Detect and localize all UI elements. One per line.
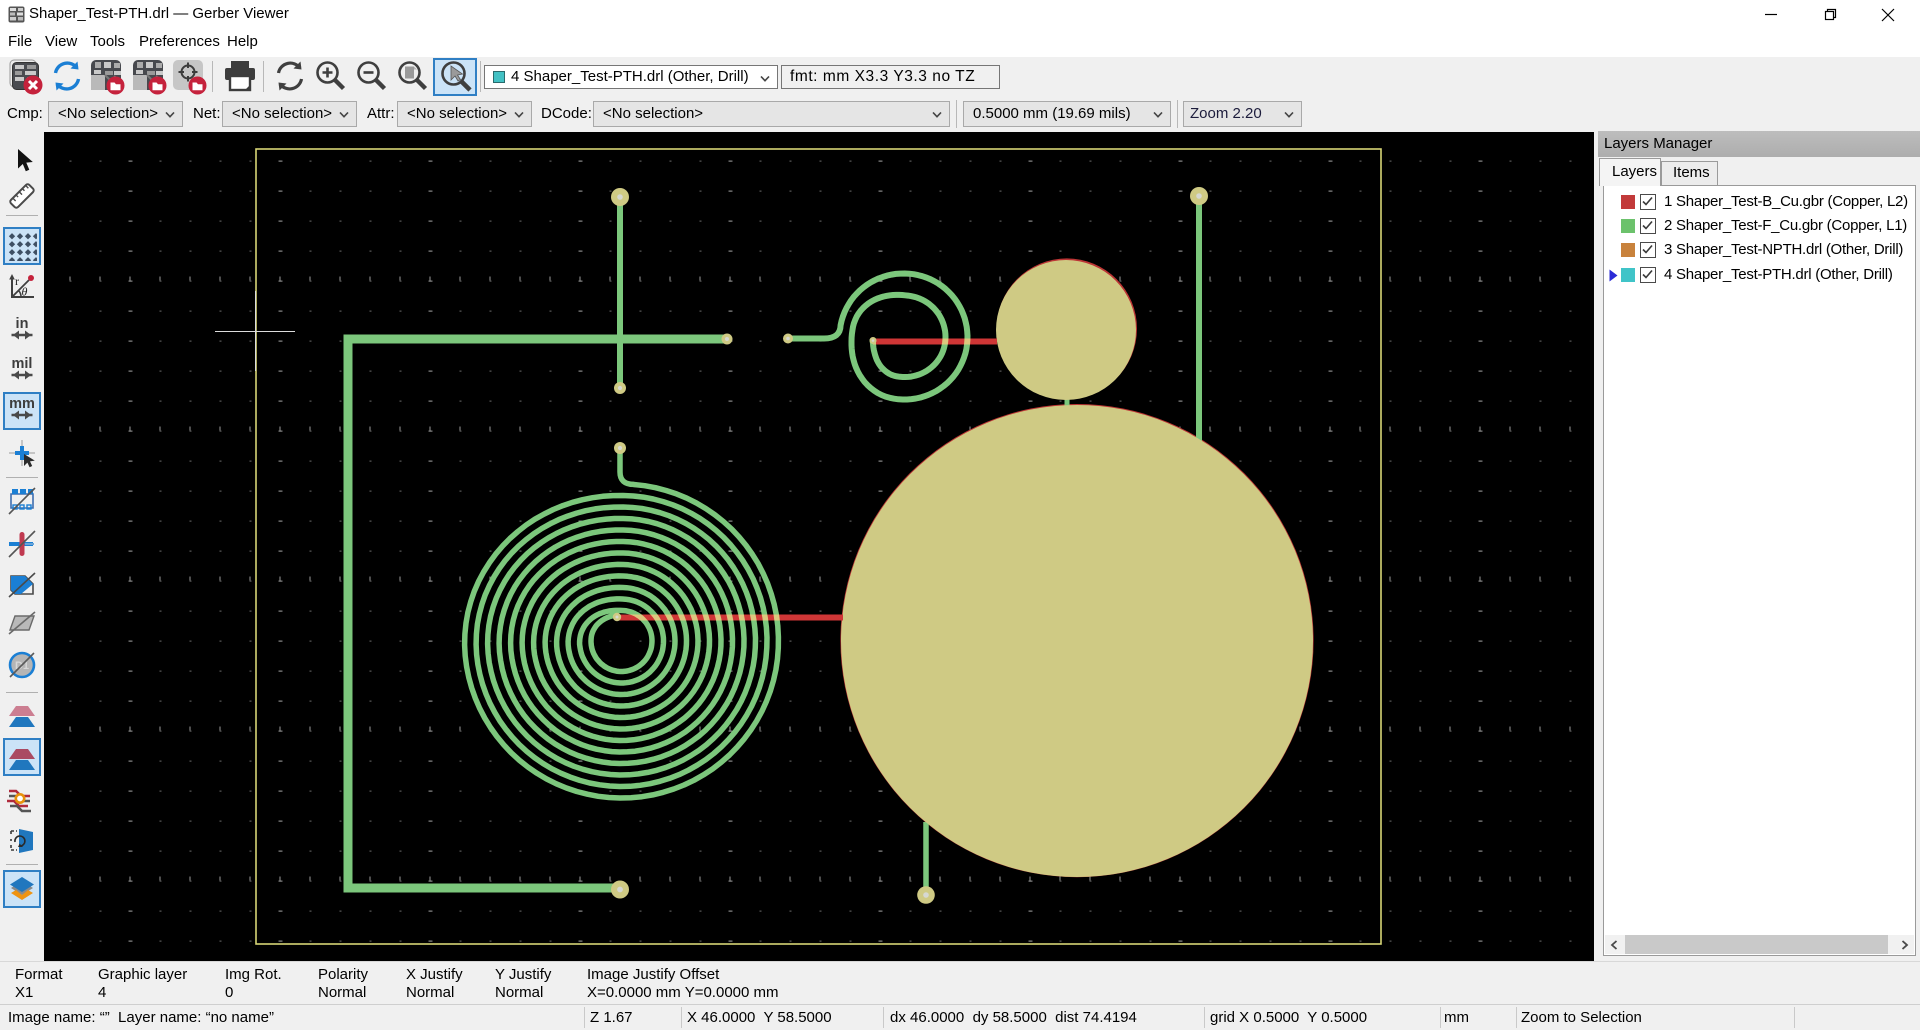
svg-text:in: in [16, 316, 29, 332]
svg-text:r: r [15, 274, 19, 288]
svg-text:θ: θ [22, 285, 28, 299]
svg-text:mm: mm [9, 396, 35, 412]
svg-text:mil: mil [12, 356, 33, 372]
